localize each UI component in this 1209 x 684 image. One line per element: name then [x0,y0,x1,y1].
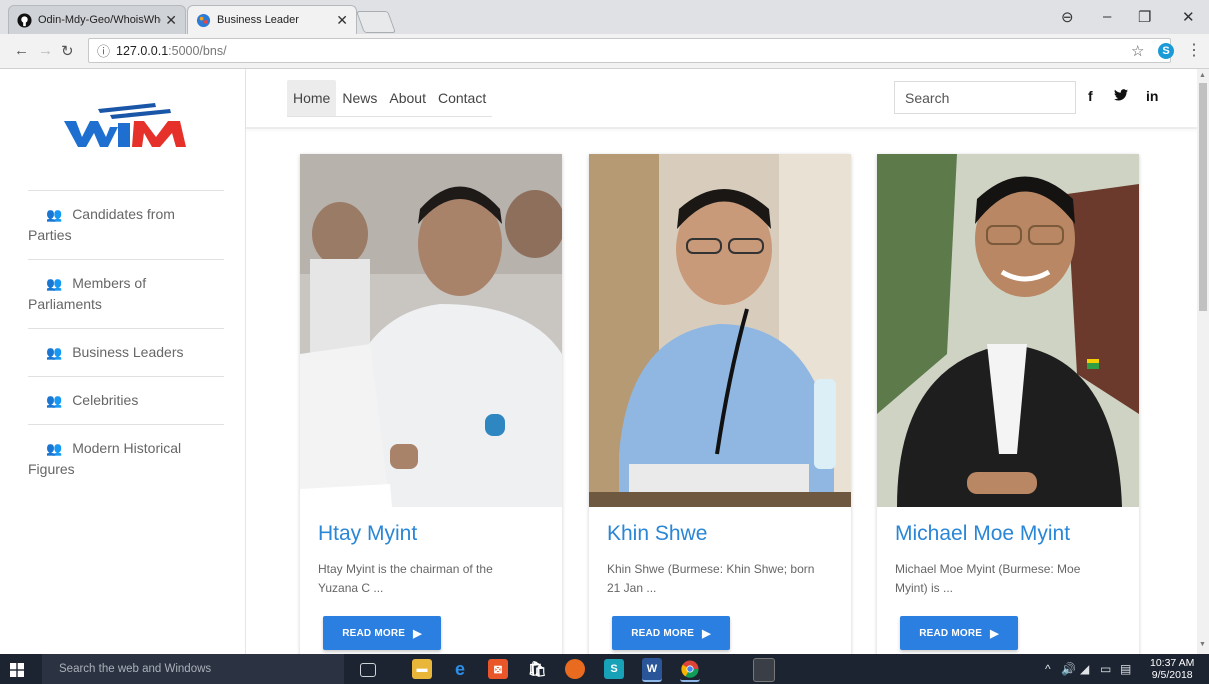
address-bar[interactable]: ⓘ 127.0.0.1:5000/bns/ [88,38,1171,63]
users-icon: 👥 [46,345,63,360]
new-tab-button[interactable] [355,11,397,33]
portrait-photo-michael-moe-myint[interactable] [877,154,1139,507]
profile-icon[interactable]: ⊖ [1061,8,1074,26]
sidebar-item-business-leaders[interactable]: 👥 Business Leaders [28,328,224,376]
skype-extension-icon[interactable]: S [1158,43,1174,59]
read-more-button[interactable]: READ MORE ▶ [612,616,730,650]
play-arrow-icon: ▶ [413,627,422,640]
firefox-icon[interactable] [565,659,585,679]
restore-button[interactable]: ❐ [1138,8,1151,26]
word-icon[interactable]: W [642,658,662,682]
sidebar: 👥 Candidates from Parties 👥 Members of Parli… [0,69,246,654]
github-icon [17,12,32,28]
forward-arrow-icon[interactable]: → [38,42,53,59]
read-more-button[interactable]: READ MORE ▶ [323,616,441,650]
card-description: Htay Myint is the chairman of the Yuzana … [318,562,493,595]
url-host: 127.0.0.1 [116,43,169,58]
reload-icon[interactable]: ↻ [61,42,74,60]
skype-app-icon[interactable]: S [604,659,624,679]
portrait-photo-htay-myint[interactable] [300,154,562,507]
page-scrollbar[interactable]: ▲ ▼ [1197,69,1209,654]
tab-title: Business Leader [217,14,299,26]
show-hidden-icons-icon[interactable]: ^ [1045,662,1051,676]
card-title[interactable]: Htay Myint [318,522,417,546]
scroll-down-icon[interactable]: ▼ [1199,641,1206,648]
file-explorer-icon[interactable]: ▬ [412,659,432,679]
store-icon[interactable]: 🛍 [527,659,547,679]
twitter-icon[interactable] [1114,88,1128,104]
play-arrow-icon: ▶ [702,627,711,640]
action-center-icon[interactable]: ▤ [1120,662,1131,676]
profile-card: Michael Moe Myint Michael Moe Myint (Bur… [877,154,1139,654]
card-title[interactable]: Michael Moe Myint [895,522,1070,546]
category-list: 👥 Candidates from Parties 👥 Members of Parli… [28,190,224,493]
sidebar-item-members[interactable]: 👥 Members of Parliaments [28,259,224,328]
profile-card: Khin Shwe Khin Shwe (Burmese: Khin Shwe;… [589,154,851,654]
facebook-icon[interactable]: f [1088,88,1093,104]
nav-home[interactable]: Home [287,80,337,116]
card-title[interactable]: Khin Shwe [607,522,707,546]
nav-about[interactable]: About [383,80,432,116]
chrome-icon[interactable] [680,658,700,682]
page-viewport: 👥 Candidates from Parties 👥 Members of Parli… [0,69,1197,654]
edge-browser-icon[interactable]: e [450,659,470,679]
close-tab-icon[interactable]: ✕ [336,12,348,29]
portrait-photo-khin-shwe[interactable] [589,154,851,507]
card-description: Khin Shwe (Burmese: Khin Shwe; born 21 Ja… [607,562,815,595]
users-icon: 👥 [46,393,63,408]
sidebar-item-historical[interactable]: 👥 Modern Historical Figures [28,424,224,493]
info-icon[interactable]: ⓘ [97,41,110,60]
tab-title: Odin-Mdy-Geo/WhoisWhoin [38,14,162,26]
scrollbar-thumb[interactable] [1199,83,1207,311]
windows-taskbar: Search the web and Windows ▬ e ⊠ 🛍 S W ^… [0,654,1209,684]
site-favicon-icon [196,13,211,28]
back-arrow-icon[interactable]: ← [14,42,29,59]
terminal-icon[interactable] [753,658,775,682]
task-view-icon[interactable] [360,663,376,677]
bookmark-star-icon[interactable]: ☆ [1131,42,1144,60]
scroll-up-icon[interactable]: ▲ [1199,72,1206,79]
windows-start-icon[interactable] [10,663,24,677]
users-icon: 👥 [46,207,63,222]
search-input[interactable] [894,81,1076,114]
taskbar-search-box[interactable]: Search the web and Windows [42,654,344,684]
volume-icon[interactable]: 🔊 [1061,662,1076,676]
profile-card: Htay Myint Htay Myint is the chairman of… [300,154,562,654]
nav-news[interactable]: News [336,80,383,116]
tab-business-leader[interactable]: Business Leader ✕ [187,5,357,34]
kebab-menu-icon[interactable]: ⋮ [1186,40,1202,60]
close-tab-icon[interactable]: ✕ [165,12,177,29]
browser-tab-bar: Odin-Mdy-Geo/WhoisWhoin ✕ Business Leade… [0,0,1209,34]
sidebar-item-celebrities[interactable]: 👥 Celebrities [28,376,224,424]
site-logo[interactable] [60,101,190,151]
close-window-button[interactable]: ✕ [1182,8,1195,26]
battery-icon[interactable]: ▭ [1100,662,1111,676]
nav-contact[interactable]: Contact [432,80,492,116]
sidebar-item-candidates[interactable]: 👥 Candidates from Parties [28,190,224,259]
office-app-icon[interactable]: ⊠ [488,659,508,679]
card-description: Michael Moe Myint (Burmese: Moe Myint) is… [895,562,1081,595]
read-more-button[interactable]: READ MORE ▶ [900,616,1018,650]
users-icon: 👥 [46,276,63,291]
top-navigation: Home News About Contact f in [246,69,1197,129]
network-icon[interactable]: ◢ [1080,662,1089,676]
tab-github[interactable]: Odin-Mdy-Geo/WhoisWhoin ✕ [8,5,186,34]
url-path: :5000/bns/ [168,43,227,58]
play-arrow-icon: ▶ [990,627,999,640]
linkedin-icon[interactable]: in [1146,88,1158,104]
system-clock[interactable]: 10:37 AM 9/5/2018 [1150,657,1194,681]
minimize-button[interactable]: – [1103,8,1111,25]
nav-links: Home News About Contact [287,80,493,117]
browser-toolbar: ← → ↻ ⓘ 127.0.0.1:5000/bns/ ☆ S ⋮ [0,34,1209,69]
users-icon: 👥 [46,441,63,456]
